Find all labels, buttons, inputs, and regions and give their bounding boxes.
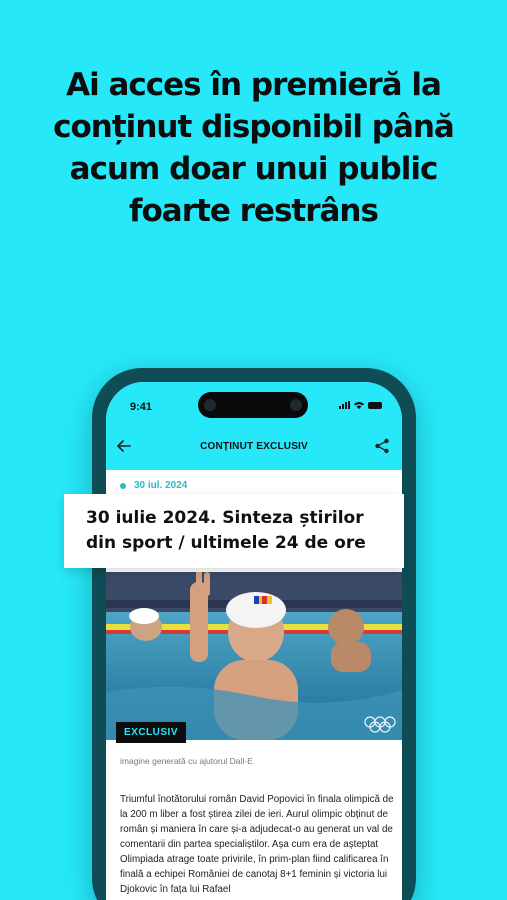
article-hero-image	[106, 572, 402, 740]
status-icons	[339, 401, 382, 409]
date-bullet-icon	[120, 482, 126, 489]
article-date-row: 30 iul. 2024	[120, 480, 187, 491]
article-date: 30 iul. 2024	[134, 480, 188, 491]
app-bar: 9:41 CONȚINUT EXCLUSIV	[106, 382, 402, 470]
promo-headline: Ai acces în premieră la conținut disponi…	[53, 67, 455, 229]
exclusive-badge: EXCLUSIV	[116, 722, 187, 743]
camera-dot-icon	[204, 399, 216, 411]
sensor-dot-icon	[290, 399, 302, 411]
article-title-card[interactable]: 30 iulie 2024. Sinteza știrilor din spor…	[64, 494, 404, 568]
share-button[interactable]	[374, 438, 390, 459]
swimmer-illustration	[106, 572, 402, 740]
article-body: Triumful înotătorului român David Popovi…	[120, 794, 394, 895]
share-icon	[375, 438, 389, 454]
signal-icon	[339, 401, 350, 409]
app-bar-title: CONȚINUT EXCLUSIV	[200, 441, 308, 452]
image-caption: imagine generată cu ajutorul Dall-E	[120, 756, 253, 766]
wifi-icon	[354, 402, 364, 409]
phone-screen: 9:41 CONȚINUT EXCLUSIV 30 iul. 2024 EXCL…	[106, 382, 402, 900]
phone-mockup: 9:41 CONȚINUT EXCLUSIV 30 iul. 2024 EXCL…	[92, 368, 416, 900]
dynamic-island	[198, 392, 308, 418]
status-time: 9:41	[130, 401, 153, 413]
battery-icon	[368, 402, 382, 409]
